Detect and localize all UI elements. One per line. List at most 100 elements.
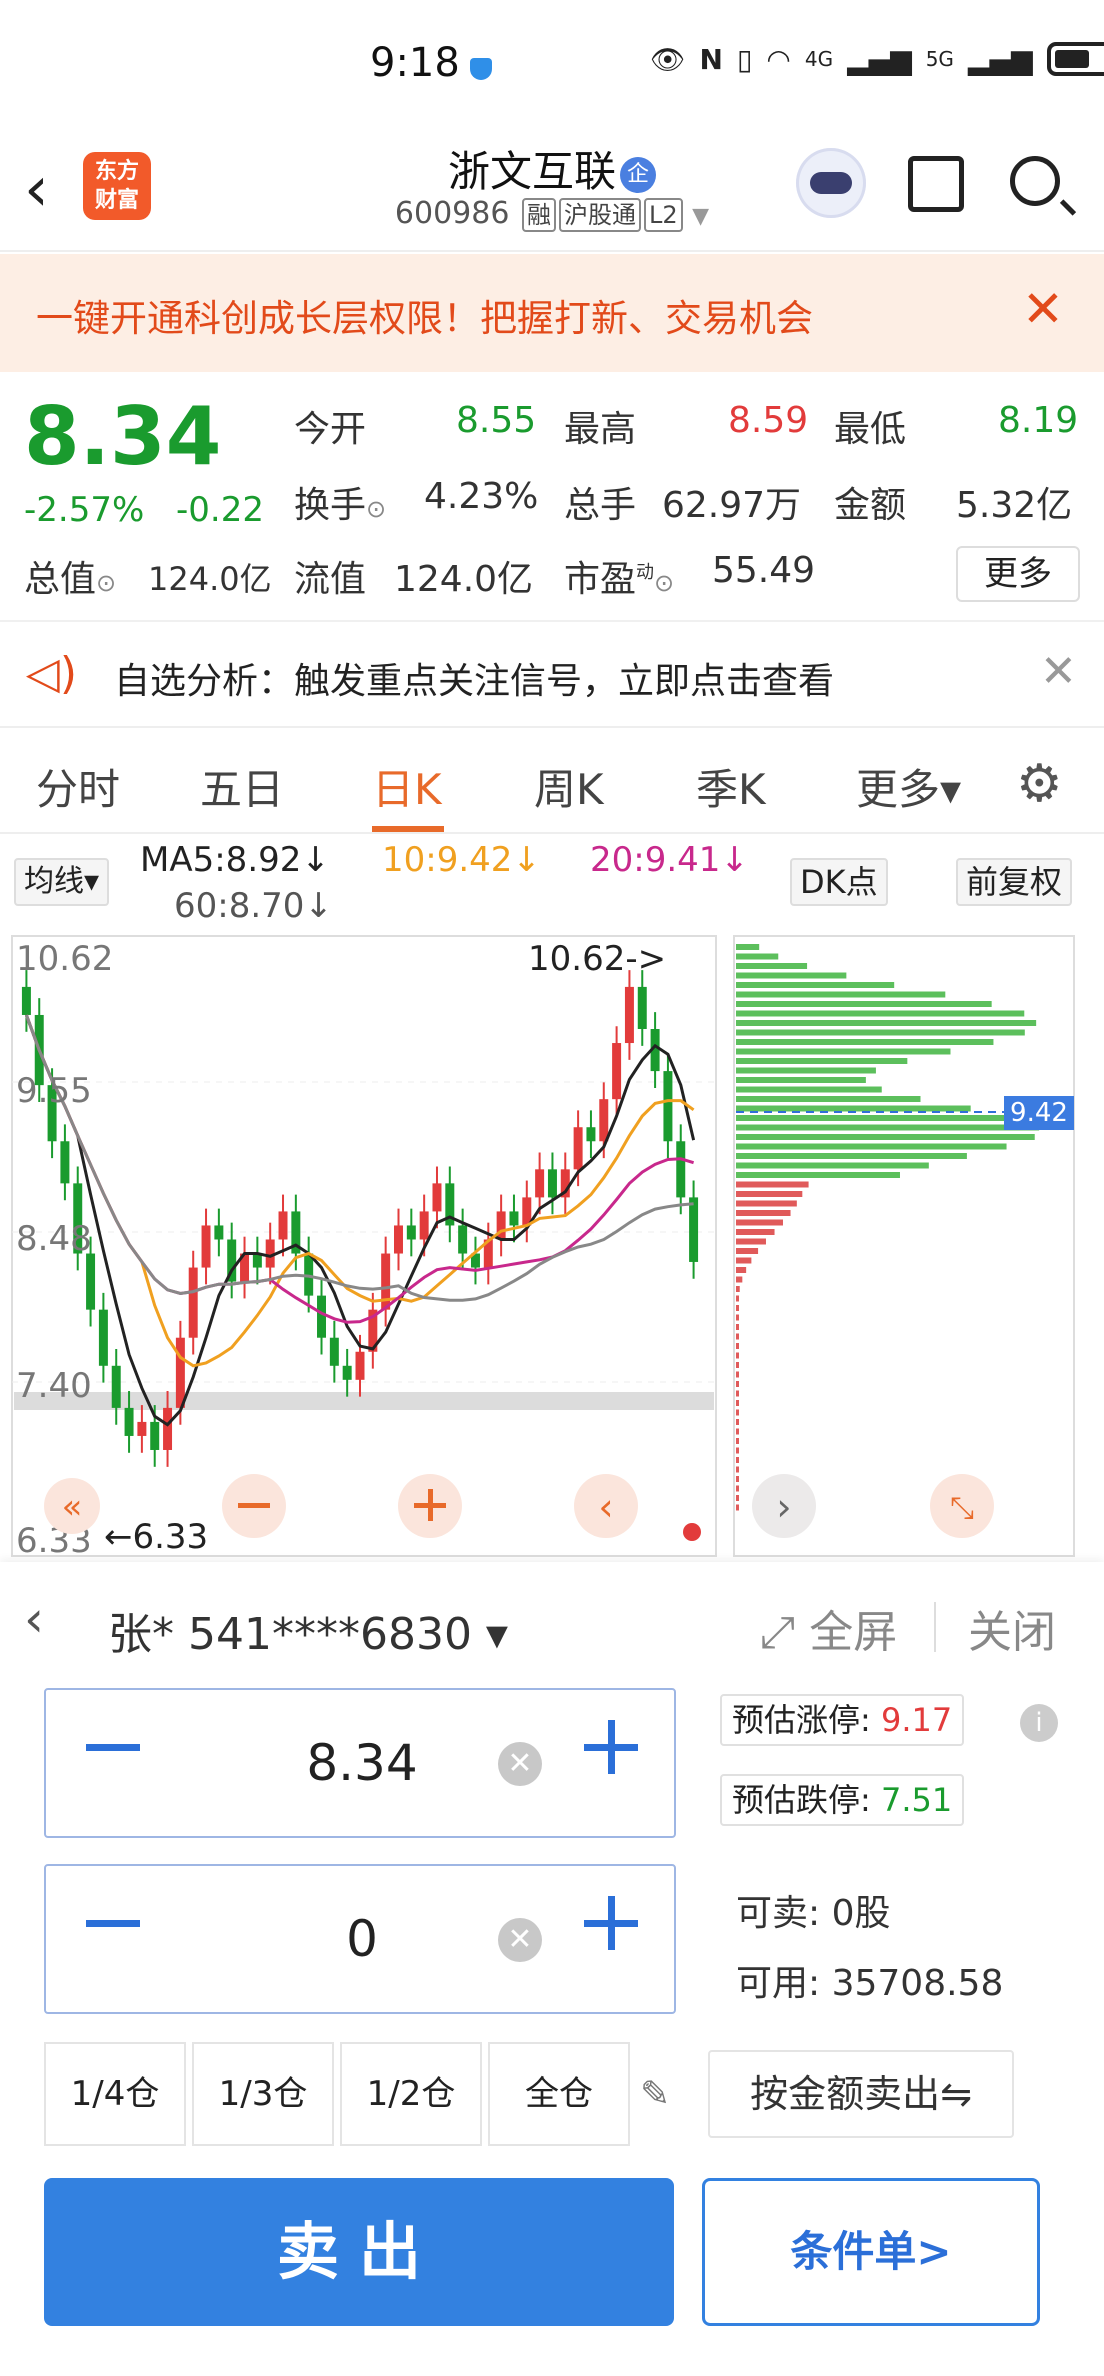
- sellable-row: 可卖: 0股: [736, 1893, 891, 1934]
- volume-profile-bar: [736, 1162, 929, 1169]
- max-price-marker: 10.62->: [528, 939, 666, 979]
- ma-line-1: [24, 1014, 695, 1368]
- ma5-value: MA5:8.92↓: [140, 840, 330, 880]
- sellable-value: 0股: [831, 1893, 891, 1934]
- price-input[interactable]: 8.34: [46, 1734, 678, 1792]
- analysis-alert[interactable]: ◁) 自选分析：触发重点关注信号，立即点击查看 ✕: [0, 624, 1104, 728]
- volume-profile-bar: [736, 1105, 971, 1112]
- close-icon[interactable]: ✕: [1040, 646, 1077, 697]
- min-price-marker: ←6.33: [104, 1517, 208, 1557]
- assistant-avatar-icon[interactable]: [796, 148, 866, 218]
- alert-text: 自选分析：触发重点关注信号，立即点击查看: [114, 661, 835, 702]
- candle-body: [689, 1197, 699, 1262]
- edit-icon[interactable]: ✎: [640, 2074, 670, 2115]
- position-half-button[interactable]: 1/2仓: [340, 2042, 482, 2146]
- share-icon[interactable]: [908, 156, 964, 212]
- price-plus-button-v[interactable]: [608, 1720, 615, 1774]
- sell-by-amount-button[interactable]: 按金额卖出⇋: [708, 2050, 1014, 2138]
- tab-more[interactable]: 更多▾: [856, 756, 961, 817]
- clear-qty-icon[interactable]: ✕: [498, 1918, 542, 1962]
- candle-body: [663, 1071, 673, 1142]
- volume-profile-bar: [736, 1001, 992, 1007]
- volume-profile-bar: [736, 1438, 739, 1444]
- tab-five-day[interactable]: 五日: [200, 756, 284, 817]
- volume-profile-bar: [736, 1096, 921, 1102]
- tab-quarterly-k[interactable]: 季K: [696, 756, 766, 817]
- info-icon[interactable]: i: [1020, 1704, 1058, 1742]
- gear-icon[interactable]: ⚙: [1016, 754, 1063, 814]
- volume-profile-bar: [736, 1419, 739, 1425]
- close-icon[interactable]: ✕: [1022, 280, 1064, 338]
- tab-weekly-k[interactable]: 周K: [534, 756, 604, 817]
- signal-bars-icon: ▂▄▆: [847, 42, 912, 76]
- back-icon[interactable]: ‹: [24, 1590, 44, 1648]
- quantity-input[interactable]: 0: [46, 1910, 678, 1968]
- candle-body: [60, 1141, 70, 1184]
- y-mid3-label: 7.40: [16, 1366, 92, 1406]
- tab-daily-k[interactable]: 日K: [372, 756, 442, 817]
- quantity-stepper: 0 ✕: [44, 1864, 676, 2014]
- volume-profile-bar: [736, 1029, 1025, 1036]
- volume-profile-bar: [736, 1219, 783, 1226]
- price-stepper: 8.34 ✕: [44, 1688, 676, 1838]
- volume-profile-bar: [736, 1352, 739, 1359]
- volume-profile-bar: [736, 1286, 740, 1292]
- volume-profile-bar: [736, 1267, 747, 1273]
- tag-hk-connect: 沪股通: [558, 198, 641, 232]
- candle-body: [124, 1407, 134, 1436]
- volume-profile-bar: [736, 953, 779, 960]
- volume-profile-bar: [736, 1295, 739, 1302]
- volume-profile-bar: [736, 1257, 752, 1264]
- account-selector[interactable]: 张* 541****6830 ▾: [108, 1598, 508, 1662]
- candle-body: [624, 986, 634, 1044]
- candle-body: [201, 1225, 211, 1268]
- clock: 9:18: [370, 40, 460, 86]
- candle-body: [355, 1351, 365, 1380]
- open-value: 8.55: [456, 400, 537, 441]
- candle-body: [432, 1183, 442, 1212]
- volume-profile-frame: [733, 935, 1075, 1557]
- dk-selector[interactable]: DK点: [790, 858, 888, 906]
- volume-profile-bar: [736, 1134, 1035, 1140]
- volume-profile-bar: [736, 1210, 791, 1216]
- promo-banner[interactable]: 一键开通科创成长层权限！把握打新、交易机会 ✕: [0, 254, 1104, 372]
- eye-icon: 👁: [650, 42, 686, 76]
- candle-body: [458, 1225, 468, 1254]
- ma-selector[interactable]: 均线▾: [14, 858, 110, 906]
- search-icon[interactable]: [1010, 156, 1060, 206]
- clear-price-icon[interactable]: ✕: [498, 1742, 542, 1786]
- volume-profile-bar: [736, 1191, 803, 1197]
- kline-chart[interactable]: 9.42 10.62 9.55 8.48 7.40 6.33 10.62-> ←…: [0, 932, 1104, 1562]
- volume-profile-bar: [736, 1248, 759, 1254]
- live-dot: [683, 1523, 701, 1541]
- close-button[interactable]: 关闭: [968, 1596, 1056, 1660]
- volume-profile-bar: [736, 1362, 739, 1368]
- candle-body: [509, 1211, 519, 1226]
- position-full-button[interactable]: 全仓: [488, 2042, 630, 2146]
- tab-intraday[interactable]: 分时: [36, 756, 120, 817]
- enterprise-badge: 企: [620, 156, 656, 193]
- fullscreen-button[interactable]: ⤢ 全屏: [760, 1596, 897, 1660]
- candle-body: [547, 1169, 557, 1198]
- zoom-in-glyph-v: [428, 1489, 433, 1521]
- battery-icon: [1046, 42, 1104, 76]
- prev-icon-glyph: ‹: [598, 1485, 613, 1529]
- change-percent: -2.57%: [24, 490, 145, 530]
- y-high-label: 10.62: [16, 939, 113, 979]
- volume-profile-bar: [736, 1495, 739, 1501]
- ma10-value: 10:9.42↓: [382, 840, 541, 880]
- position-third-button[interactable]: 1/3仓: [192, 2042, 334, 2146]
- stock-name: 浙文互联: [447, 147, 616, 196]
- adjustment-selector[interactable]: 前复权: [956, 858, 1073, 906]
- low-value: 8.19: [998, 400, 1079, 441]
- position-quarter-button[interactable]: 1/4仓: [44, 2042, 186, 2146]
- qty-plus-button-v[interactable]: [608, 1896, 615, 1950]
- candle-body: [111, 1365, 121, 1408]
- sell-button[interactable]: 卖出: [44, 2178, 674, 2326]
- info-icon: ⊙: [96, 569, 117, 597]
- turnover-value: 4.23%: [424, 476, 539, 517]
- more-button[interactable]: 更多: [956, 546, 1080, 602]
- change-amount: -0.22: [176, 490, 264, 530]
- conditional-order-button[interactable]: 条件单>: [702, 2178, 1040, 2326]
- volume-profile-bar: [736, 1371, 739, 1378]
